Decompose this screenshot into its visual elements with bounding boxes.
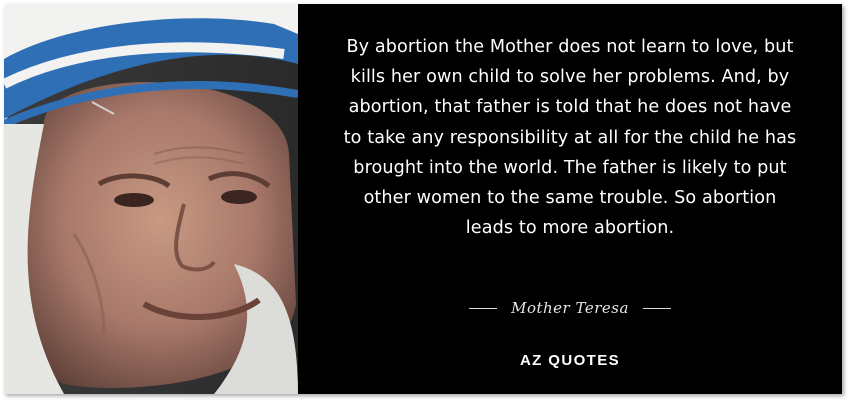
author-left-dash <box>469 307 498 309</box>
quote-author: Mother Teresa <box>511 299 629 317</box>
quote-card: By abortion the Mother does not learn to… <box>4 4 842 394</box>
quote-text: By abortion the Mother does not learn to… <box>343 37 797 239</box>
author-line: Mother Teresa <box>298 294 842 322</box>
portrait-photo <box>4 4 298 394</box>
author-right-dash <box>642 307 671 309</box>
quote-panel: By abortion the Mother does not learn to… <box>298 4 842 394</box>
azquotes-logo: AZ QUOTES <box>519 352 621 369</box>
